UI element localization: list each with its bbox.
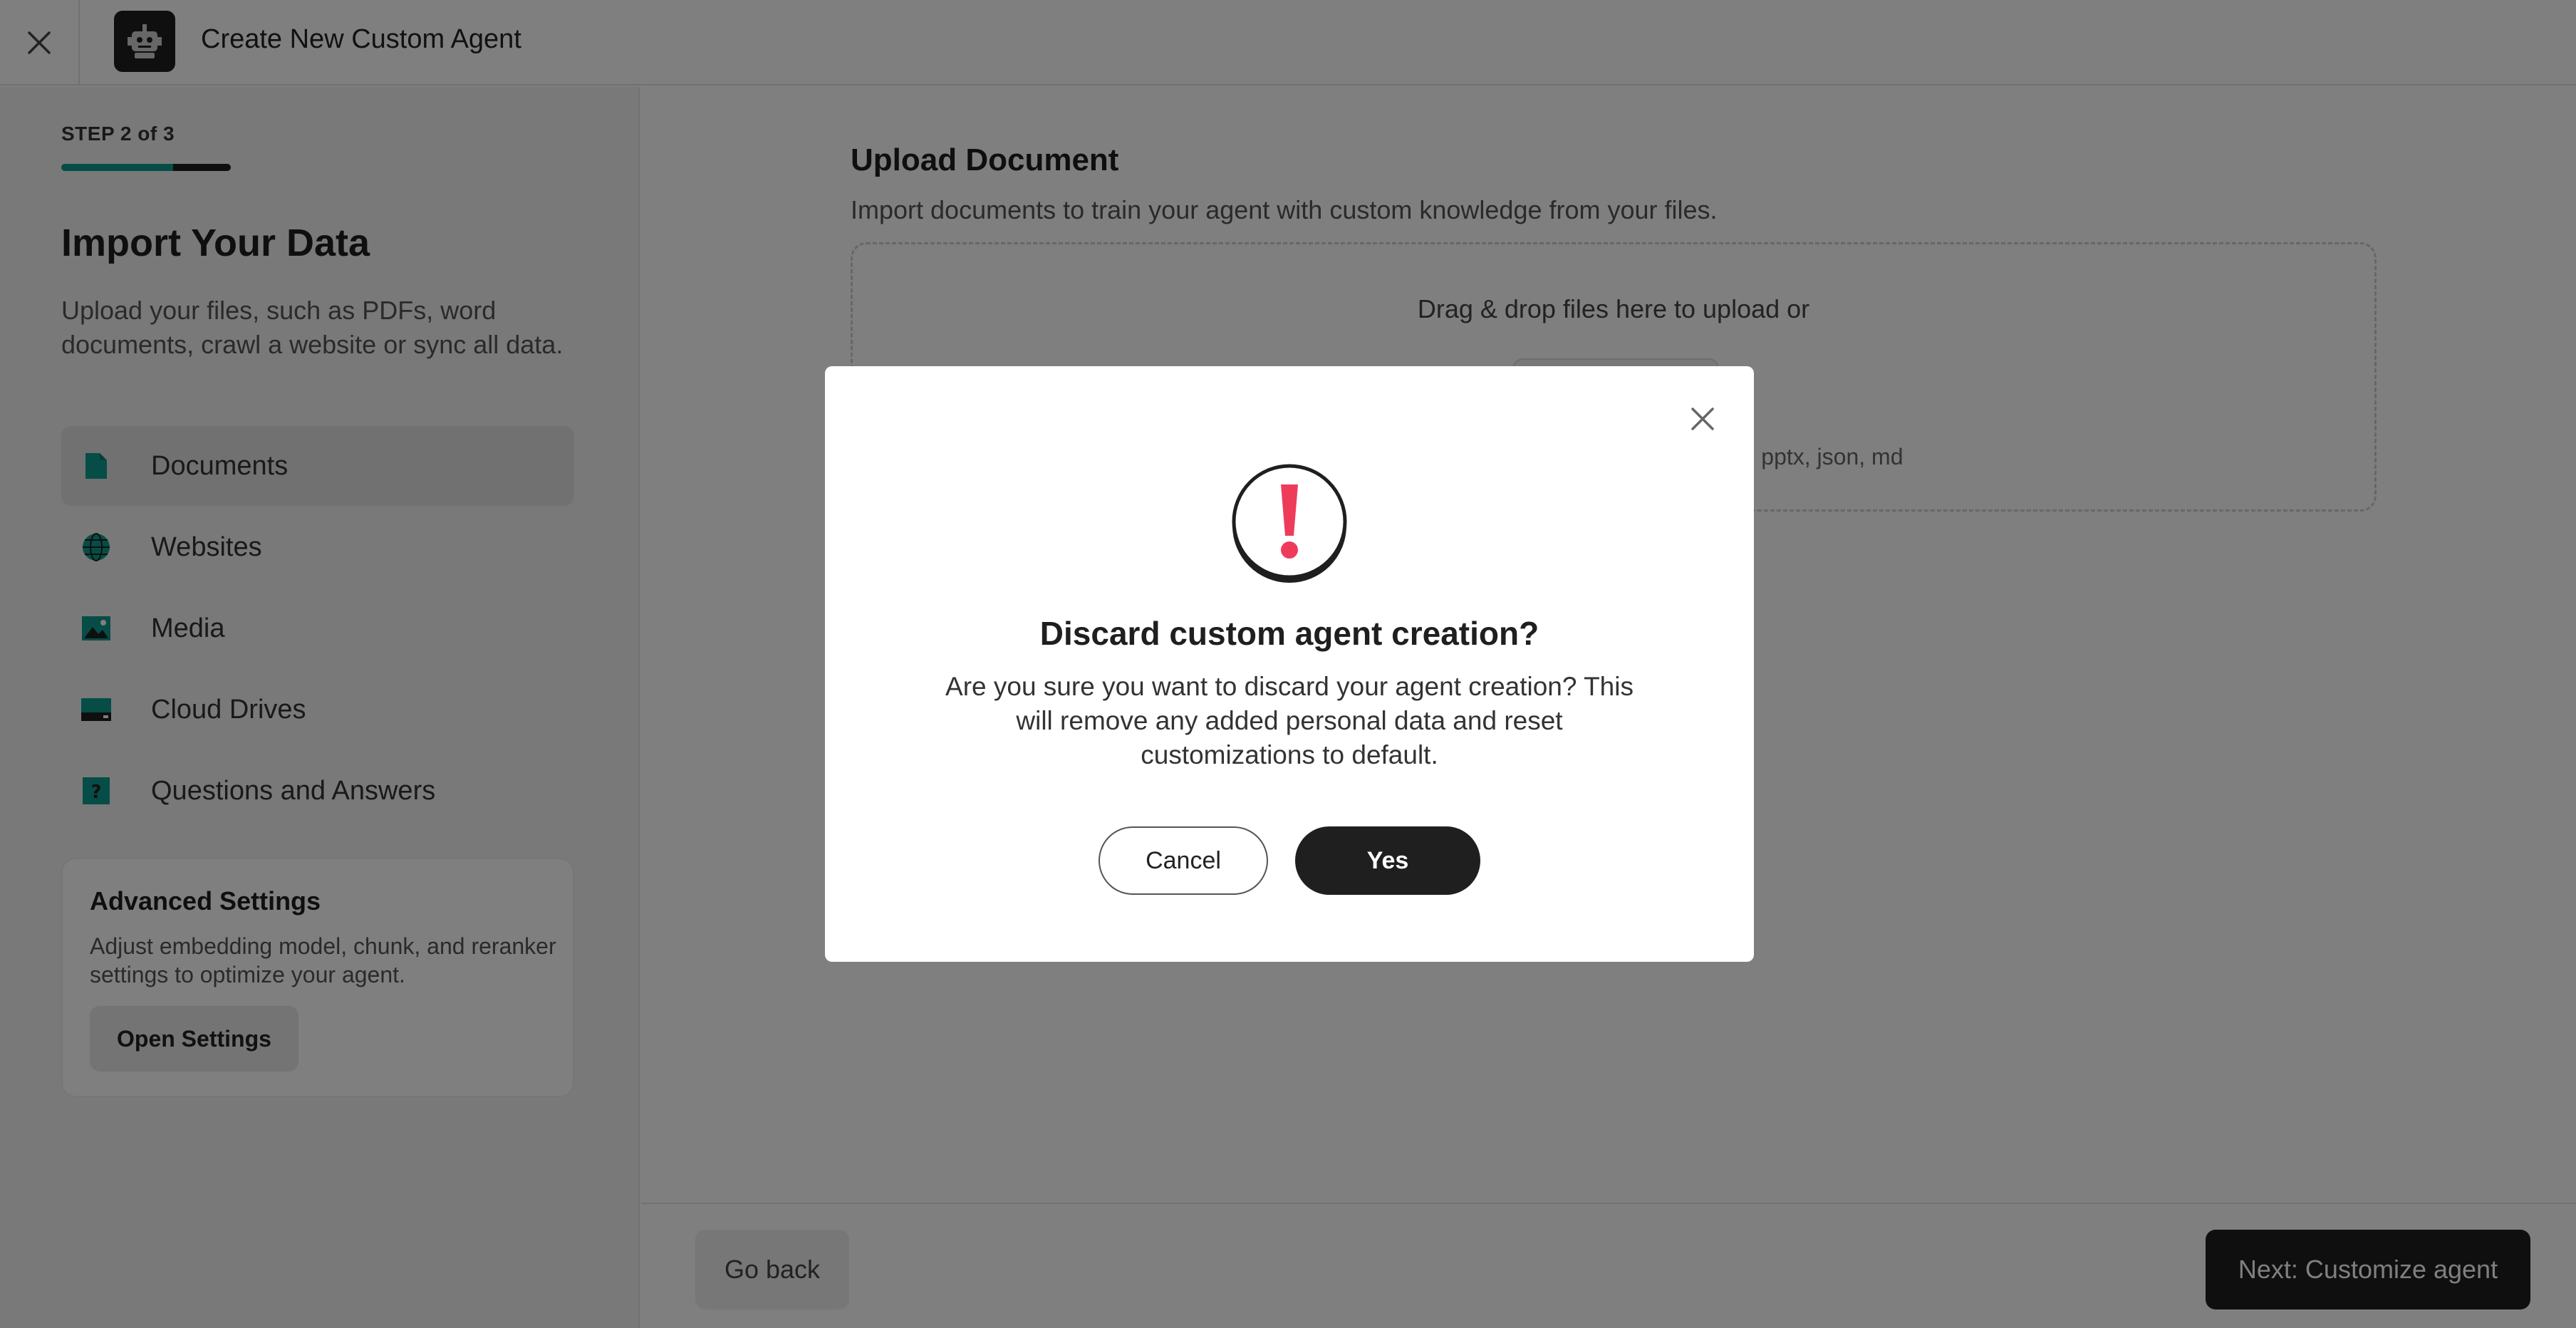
dialog-message: Are you sure you want to discard your ag… (945, 672, 1634, 769)
dialog-title: Discard custom agent creation? (1039, 615, 1539, 652)
confirm-button[interactable]: Yes (1295, 826, 1480, 895)
cancel-button[interactable]: Cancel (1099, 826, 1268, 895)
discard-dialog: Discard custom agent creation? Are you s… (825, 366, 1754, 962)
close-icon[interactable] (1678, 395, 1727, 443)
warning-icon (1225, 459, 1354, 587)
